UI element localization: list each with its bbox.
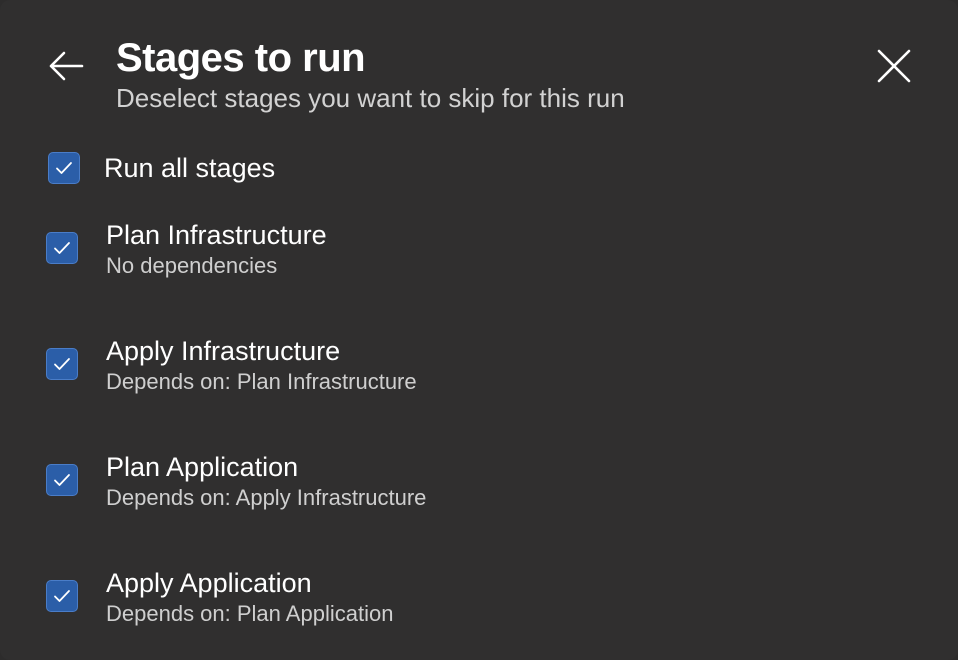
stage-checkbox[interactable] xyxy=(46,232,78,264)
stage-checkbox[interactable] xyxy=(46,464,78,496)
checkmark-icon xyxy=(54,358,70,370)
stage-dependency: Depends on: Apply Infrastructure xyxy=(106,485,427,510)
stage-item-apply-infrastructure[interactable]: Apply Infrastructure Depends on: Plan In… xyxy=(46,334,417,396)
run-all-stages-option[interactable]: Run all stages xyxy=(46,152,275,184)
stage-dependency: No dependencies xyxy=(106,253,278,278)
stage-item-plan-infrastructure[interactable]: Plan Infrastructure No dependencies xyxy=(46,218,327,280)
close-icon xyxy=(877,49,911,83)
stages-panel: Stages to run Deselect stages you want t… xyxy=(0,0,958,660)
stage-dependency: Depends on: Plan Application xyxy=(106,601,394,626)
stage-item-apply-application[interactable]: Apply Application Depends on: Plan Appli… xyxy=(46,566,393,628)
checkmark-icon xyxy=(54,242,70,254)
checkmark-icon xyxy=(54,590,70,602)
stage-text: Apply Infrastructure Depends on: Plan In… xyxy=(106,334,417,396)
stage-name: Plan Application xyxy=(106,452,299,482)
back-button[interactable] xyxy=(46,46,86,86)
run-all-stages-checkbox[interactable] xyxy=(48,152,80,184)
stage-checkbox[interactable] xyxy=(46,348,78,380)
stage-item-plan-application[interactable]: Plan Application Depends on: Apply Infra… xyxy=(46,450,426,512)
run-all-stages-label: Run all stages xyxy=(104,153,276,183)
stage-name: Apply Application xyxy=(106,568,312,598)
stage-text: Apply Application Depends on: Plan Appli… xyxy=(106,566,393,628)
checkmark-icon xyxy=(54,474,70,486)
arrow-left-icon xyxy=(49,51,84,81)
close-button[interactable] xyxy=(872,44,916,88)
stage-dependency: Depends on: Plan Infrastructure xyxy=(106,369,417,394)
stage-text: Plan Application Depends on: Apply Infra… xyxy=(106,450,426,512)
page-subtitle: Deselect stages you want to skip for thi… xyxy=(116,83,625,113)
stage-name: Apply Infrastructure xyxy=(106,336,341,366)
stage-text: Plan Infrastructure No dependencies xyxy=(106,218,327,280)
stage-checkbox[interactable] xyxy=(46,580,78,612)
stage-name: Plan Infrastructure xyxy=(106,220,327,250)
checkmark-icon xyxy=(56,162,72,174)
page-title: Stages to run xyxy=(116,36,366,80)
